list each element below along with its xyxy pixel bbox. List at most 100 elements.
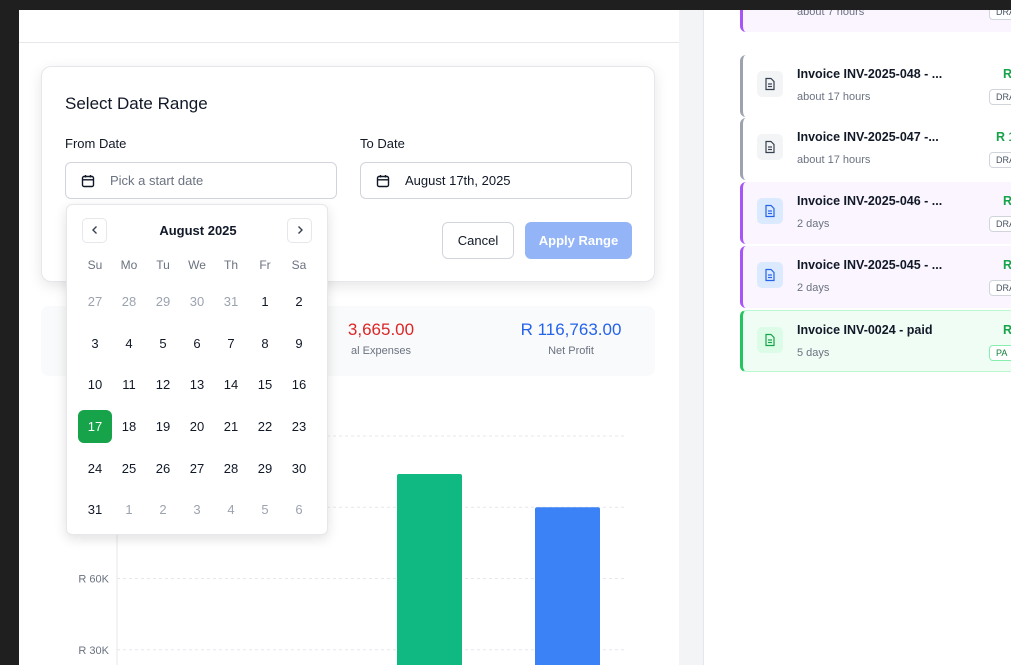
activity-time: 5 days: [797, 347, 830, 359]
calendar-day[interactable]: 14: [214, 368, 248, 402]
to-date-picker[interactable]: August 17th, 2025: [360, 162, 632, 199]
activity-amount: R 8,500: [1003, 67, 1011, 81]
calendar-day[interactable]: 26: [146, 451, 180, 485]
activity-time: 2 days: [797, 282, 830, 294]
calendar-day[interactable]: 28: [112, 285, 146, 319]
calendar-day[interactable]: 29: [146, 285, 180, 319]
activity-time: 2 days: [797, 218, 830, 230]
calendar-day-grid: 27 28 29 30 31 1 2 3 4 5 6 7 8 9 10 11 12 13 14 15 16 17 18 19 2…: [78, 281, 318, 531]
y-tick-label: R 60K: [78, 574, 109, 586]
activity-amount: R 11,000: [996, 130, 1011, 144]
calendar-day[interactable]: 5: [248, 493, 282, 527]
calendar-icon: [80, 173, 96, 189]
calendar-day[interactable]: 1: [248, 285, 282, 319]
weekday-label: We: [188, 258, 206, 272]
calendar-day[interactable]: 4: [112, 327, 146, 361]
status-badge: DRA: [989, 10, 1011, 20]
calendar-day[interactable]: 28: [214, 451, 248, 485]
chevron-right-icon: [295, 222, 305, 240]
weekday-label: Tu: [156, 258, 170, 272]
total-expenses-label: al Expenses: [351, 345, 411, 357]
activity-item[interactable]: Invoice INV-0024 - paid R 7,778 5 days PA: [740, 310, 1011, 372]
calendar-day[interactable]: 13: [180, 368, 214, 402]
calendar-day[interactable]: 29: [248, 451, 282, 485]
calendar-day[interactable]: 24: [78, 451, 112, 485]
next-month-button[interactable]: [287, 218, 312, 243]
activity-amount: R 7,778: [1003, 323, 1011, 337]
calendar-day-selected[interactable]: 17: [78, 409, 112, 444]
activity-item[interactable]: Invoice INV-2025-047 -... R 11,000 about 1…: [740, 118, 1011, 180]
calendar-day[interactable]: 23: [282, 410, 316, 444]
chart-y-ticks: R 60K R 30K: [78, 574, 109, 657]
calendar-day[interactable]: 27: [180, 451, 214, 485]
weekday-label: Th: [223, 258, 238, 272]
calendar-day[interactable]: 27: [78, 285, 112, 319]
invoice-icon: [757, 327, 783, 353]
weekday-label: Fr: [259, 258, 271, 272]
calendar-day[interactable]: 31: [78, 493, 112, 527]
activity-title: Invoice INV-2025-048 - ...: [797, 67, 943, 81]
calendar-day[interactable]: 4: [214, 493, 248, 527]
calendar-day[interactable]: 20: [180, 410, 214, 444]
calendar-day[interactable]: 7: [214, 327, 248, 361]
dialog-title: Select Date Range: [65, 94, 208, 113]
calendar-day[interactable]: 16: [282, 368, 316, 402]
calendar-day[interactable]: 30: [282, 451, 316, 485]
calendar-day[interactable]: 31: [214, 285, 248, 319]
calendar-day[interactable]: 3: [78, 327, 112, 361]
activity-item[interactable]: Invoice INV-2025-045 - ... R 9,150 2 days D…: [740, 246, 1011, 308]
calendar-icon: [375, 173, 391, 189]
status-badge: DRA: [989, 280, 1011, 296]
calendar-day[interactable]: 10: [78, 368, 112, 402]
apply-range-button[interactable]: Apply Range: [525, 222, 632, 259]
calendar-day[interactable]: 2: [282, 285, 316, 319]
calendar-day[interactable]: 3: [180, 493, 214, 527]
calendar-day[interactable]: 22: [248, 410, 282, 444]
calendar-day[interactable]: 25: [112, 451, 146, 485]
status-badge: DRA: [989, 152, 1011, 168]
calendar-day[interactable]: 1: [112, 493, 146, 527]
calendar-day[interactable]: 21: [214, 410, 248, 444]
recent-activity-panel: about 7 hours DRA Invoice INV-2025-048 -…: [703, 10, 1011, 665]
from-date-label: From Date: [65, 136, 127, 151]
calendar-day[interactable]: 18: [112, 410, 146, 444]
chart-bar[interactable]: [535, 507, 600, 665]
calendar-day[interactable]: 6: [282, 493, 316, 527]
calendar-day[interactable]: 15: [248, 368, 282, 402]
calendar-day[interactable]: 11: [112, 368, 146, 402]
invoice-icon: [757, 198, 783, 224]
activity-amount: R 1,850: [1003, 194, 1011, 208]
to-date-value: August 17th, 2025: [405, 173, 511, 188]
invoice-icon: [757, 262, 783, 288]
weekday-label: Mo: [120, 258, 138, 272]
from-date-picker[interactable]: Pick a start date: [65, 162, 337, 199]
activity-title: Invoice INV-2025-047 -...: [797, 130, 939, 144]
calendar-day[interactable]: 6: [180, 327, 214, 361]
calendar-day[interactable]: 9: [282, 327, 316, 361]
weekday-label: Su: [87, 258, 103, 272]
calendar-day[interactable]: 12: [146, 368, 180, 402]
y-tick-label: R 30K: [78, 645, 109, 657]
calendar-day[interactable]: 30: [180, 285, 214, 319]
total-expenses-value: 3,665.00: [347, 320, 415, 339]
activity-time: about 7 hours: [797, 10, 865, 18]
activity-item[interactable]: Invoice INV-2025-046 - ... R 1,850 2 days D…: [740, 182, 1011, 244]
to-date-label: To Date: [360, 136, 405, 151]
activity-item-partial[interactable]: about 7 hours DRA: [740, 10, 1011, 32]
net-profit-stat: R 116,763.00 Net Profit: [511, 320, 631, 357]
panel-divider: [19, 42, 679, 43]
activity-item[interactable]: Invoice INV-2025-048 - ... R 8,500 about 1…: [740, 55, 1011, 117]
chart-bar[interactable]: [397, 474, 462, 665]
panel-gutter: [679, 10, 703, 665]
calendar-day[interactable]: 8: [248, 327, 282, 361]
from-date-placeholder: Pick a start date: [110, 173, 204, 188]
calendar-day[interactable]: 5: [146, 327, 180, 361]
calendar-weekdays: Su Mo Tu We Th Fr Sa: [78, 258, 318, 272]
calendar-day[interactable]: 2: [146, 493, 180, 527]
net-profit-label: Net Profit: [548, 345, 594, 357]
invoice-icon: [757, 134, 783, 160]
activity-title: Invoice INV-2025-046 - ...: [797, 194, 943, 208]
cancel-button[interactable]: Cancel: [442, 222, 514, 259]
calendar-day[interactable]: 19: [146, 410, 180, 444]
activity-title: Invoice INV-0024 - paid: [797, 323, 933, 337]
